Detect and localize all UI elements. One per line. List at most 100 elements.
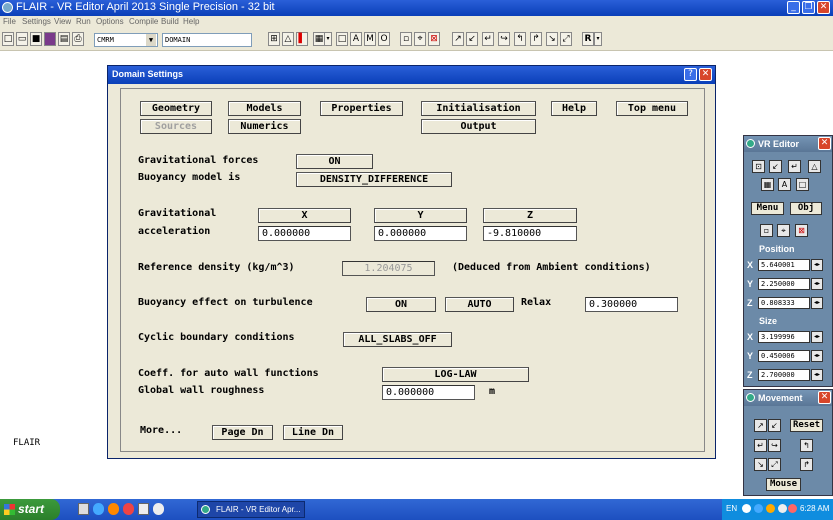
size-x-input[interactable]: 3.199996: [758, 331, 810, 343]
vr-obj-button[interactable]: Obj: [790, 202, 822, 215]
vr-arrow-sw-icon[interactable]: ↙: [769, 160, 782, 173]
menu-options[interactable]: Options: [96, 17, 124, 26]
acceleration-z-input[interactable]: -9.810000: [483, 226, 577, 241]
clock[interactable]: 6:28 AM: [800, 504, 829, 513]
menu-view[interactable]: View: [54, 17, 71, 26]
move-expand-icon[interactable]: ⤢: [768, 458, 781, 471]
delete-object-icon[interactable]: ⊠: [428, 32, 440, 46]
close-icon[interactable]: ✕: [817, 1, 830, 14]
relax-input[interactable]: 0.300000: [585, 297, 678, 312]
models-button[interactable]: Models: [228, 101, 301, 116]
view-icon[interactable]: ⊞: [268, 32, 280, 46]
tray-alert-icon[interactable]: [788, 504, 797, 513]
library-icon[interactable]: [44, 32, 56, 46]
arrow-rotate-icon[interactable]: ↪: [498, 32, 510, 46]
line-down-button[interactable]: Line Dn: [283, 425, 343, 440]
vr-triangle-icon[interactable]: △: [808, 160, 821, 173]
a-icon[interactable]: A: [350, 32, 362, 46]
open-folder-icon[interactable]: ▭: [16, 32, 28, 46]
vr-small-box-icon[interactable]: ▫: [760, 224, 773, 237]
movement-title-bar[interactable]: Movement ✕: [744, 390, 832, 406]
chevron-down-icon[interactable]: ▼: [146, 34, 156, 46]
wall-function-button[interactable]: LOG-LAW: [382, 367, 529, 382]
tray-sync-icon[interactable]: [778, 504, 787, 513]
triangle-icon[interactable]: △: [282, 32, 294, 46]
arrow-sw-icon[interactable]: ↙: [466, 32, 478, 46]
page-down-button[interactable]: Page Dn: [212, 425, 273, 440]
size-y-input[interactable]: 0.450006: [758, 350, 810, 362]
position-z-input[interactable]: 0.808333: [758, 297, 810, 309]
window-icon[interactable]: [138, 503, 149, 515]
app-launch-icon[interactable]: [123, 503, 134, 515]
save-icon[interactable]: ■: [30, 32, 42, 46]
tray-app-icon[interactable]: [766, 504, 775, 513]
vr-return-icon[interactable]: ↵: [788, 160, 801, 173]
position-x-input[interactable]: 5.640001: [758, 259, 810, 271]
r-dropdown-icon[interactable]: ▾: [594, 32, 602, 46]
movement-close-icon[interactable]: ✕: [818, 391, 831, 404]
vr-grid-icon[interactable]: ▦: [761, 178, 774, 191]
size-x-stepper-icon[interactable]: ◂▸: [811, 331, 823, 343]
arrow-return-icon[interactable]: ↵: [482, 32, 494, 46]
size-z-stepper-icon[interactable]: ◂▸: [811, 369, 823, 381]
new-file-icon[interactable]: □: [2, 32, 14, 46]
arrow-expand-icon[interactable]: ⤢: [560, 32, 572, 46]
gravitational-forces-button[interactable]: ON: [296, 154, 373, 169]
mouse-button[interactable]: Mouse: [766, 478, 801, 491]
domain-field[interactable]: DOMAIN: [162, 33, 252, 47]
turbulence-auto-button[interactable]: AUTO: [445, 297, 514, 312]
object-combo[interactable]: CMRM ▼: [94, 33, 158, 47]
document-icon[interactable]: ▤: [58, 32, 70, 46]
o-icon[interactable]: O: [378, 32, 390, 46]
move-diag-icon[interactable]: ↘: [754, 458, 767, 471]
browser-icon[interactable]: [93, 503, 104, 515]
size-z-input[interactable]: 2.700000: [758, 369, 810, 381]
menu-compile[interactable]: Compile: [129, 17, 158, 26]
show-desktop-icon[interactable]: [78, 503, 89, 515]
acceleration-y-input[interactable]: 0.000000: [374, 226, 467, 241]
properties-button[interactable]: Properties: [320, 101, 403, 116]
box-icon[interactable]: □: [336, 32, 348, 46]
move-curve-icon[interactable]: ↱: [800, 458, 813, 471]
menu-settings[interactable]: Settings: [22, 17, 51, 26]
arrow-ne-icon[interactable]: ↗: [452, 32, 464, 46]
start-button[interactable]: start: [0, 499, 60, 520]
move-up-turn-icon[interactable]: ↰: [800, 439, 813, 452]
small-box-icon[interactable]: ▫: [400, 32, 412, 46]
numerics-button[interactable]: Numerics: [228, 119, 301, 134]
buoyancy-model-button[interactable]: DENSITY_DIFFERENCE: [296, 172, 452, 187]
dialog-close-icon[interactable]: ✕: [699, 68, 712, 81]
arrow-curve-icon[interactable]: ↱: [530, 32, 542, 46]
vr-view-icon[interactable]: ⊡: [752, 160, 765, 173]
restore-icon[interactable]: ❐: [802, 1, 815, 14]
size-y-stepper-icon[interactable]: ◂▸: [811, 350, 823, 362]
cyclic-boundary-button[interactable]: ALL_SLABS_OFF: [343, 332, 452, 347]
move-return-icon[interactable]: ↵: [754, 439, 767, 452]
wall-roughness-input[interactable]: 0.000000: [382, 385, 475, 400]
vr-cursor-icon[interactable]: ⌖: [777, 224, 790, 237]
x-axis-button[interactable]: X: [258, 208, 351, 223]
marker-icon[interactable]: ▌: [296, 32, 308, 46]
tray-help-icon[interactable]: [742, 504, 751, 513]
vr-editor-title-bar[interactable]: VR Editor ✕: [744, 136, 832, 152]
m-icon[interactable]: M: [364, 32, 376, 46]
position-y-stepper-icon[interactable]: ◂▸: [811, 278, 823, 290]
media-icon[interactable]: [108, 503, 119, 515]
vr-menu-button[interactable]: Menu: [751, 202, 784, 215]
menu-help[interactable]: Help: [183, 17, 199, 26]
reset-button[interactable]: Reset: [790, 419, 823, 432]
dialog-title-bar[interactable]: Domain Settings ? ✕: [108, 66, 715, 84]
app-title-bar[interactable]: FLAIR - VR Editor April 2013 Single Prec…: [0, 0, 833, 16]
taskbar-flair-item[interactable]: FLAIR - VR Editor Apr...: [197, 501, 305, 518]
vr-editor-close-icon[interactable]: ✕: [818, 137, 831, 150]
sources-button[interactable]: Sources: [140, 119, 212, 134]
cursor-icon[interactable]: ⌖: [414, 32, 426, 46]
initialisation-button[interactable]: Initialisation: [421, 101, 536, 116]
position-z-stepper-icon[interactable]: ◂▸: [811, 297, 823, 309]
z-axis-button[interactable]: Z: [483, 208, 577, 223]
position-x-stepper-icon[interactable]: ◂▸: [811, 259, 823, 271]
vr-delete-icon[interactable]: ⊠: [795, 224, 808, 237]
arrow-diag-icon[interactable]: ↘: [546, 32, 558, 46]
vr-box-icon[interactable]: □: [796, 178, 809, 191]
menu-run[interactable]: Run: [76, 17, 91, 26]
